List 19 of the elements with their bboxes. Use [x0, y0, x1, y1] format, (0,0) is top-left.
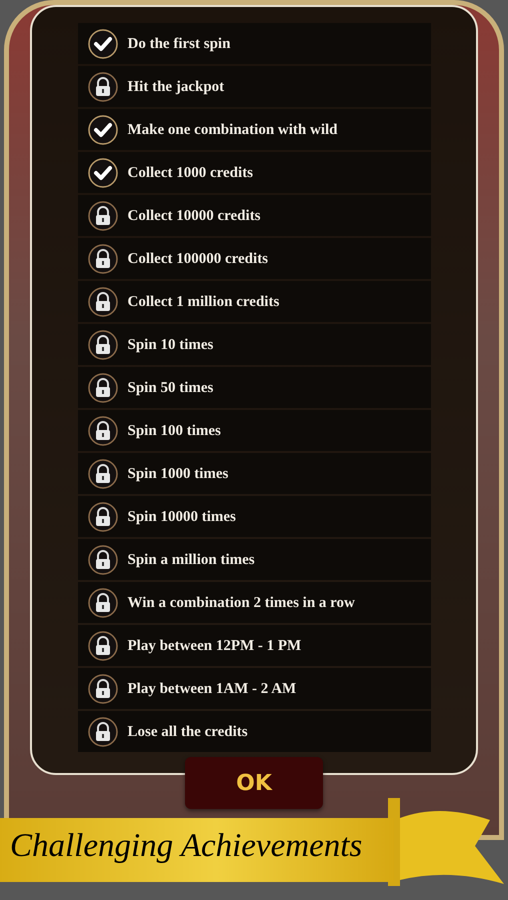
achievement-label: Spin 50 times	[128, 380, 214, 396]
achievement-label: Spin 1000 times	[128, 466, 228, 482]
achievement-label: Collect 1000 credits	[128, 164, 254, 180]
achievement-label: Do the first spin	[128, 36, 230, 52]
achievement-label: Collect 1 million credits	[128, 294, 280, 310]
achievement-label: Lose all the credits	[128, 724, 248, 740]
achievement-label: Spin 10 times	[128, 336, 214, 352]
banner-title: Challenging Achievements	[10, 827, 362, 866]
achievement-label: Spin a million times	[128, 552, 255, 568]
achievement-label: Win a combination 2 times in a row	[128, 594, 355, 610]
achievement-label: Play between 1AM - 2 AM	[128, 680, 296, 696]
achievement-label: Collect 100000 credits	[128, 250, 268, 266]
achievement-label: Spin 100 times	[128, 422, 221, 438]
ok-button[interactable]: OK	[185, 757, 323, 809]
achievement-label: Play between 12PM - 1 PM	[128, 638, 302, 654]
achievement-label: Spin 10000 times	[128, 508, 236, 524]
achievement-label: Collect 10000 credits	[128, 208, 261, 224]
achievement-label: Make one combination with wild	[128, 122, 338, 138]
achievement-label: Hit the jackpot	[128, 78, 224, 94]
